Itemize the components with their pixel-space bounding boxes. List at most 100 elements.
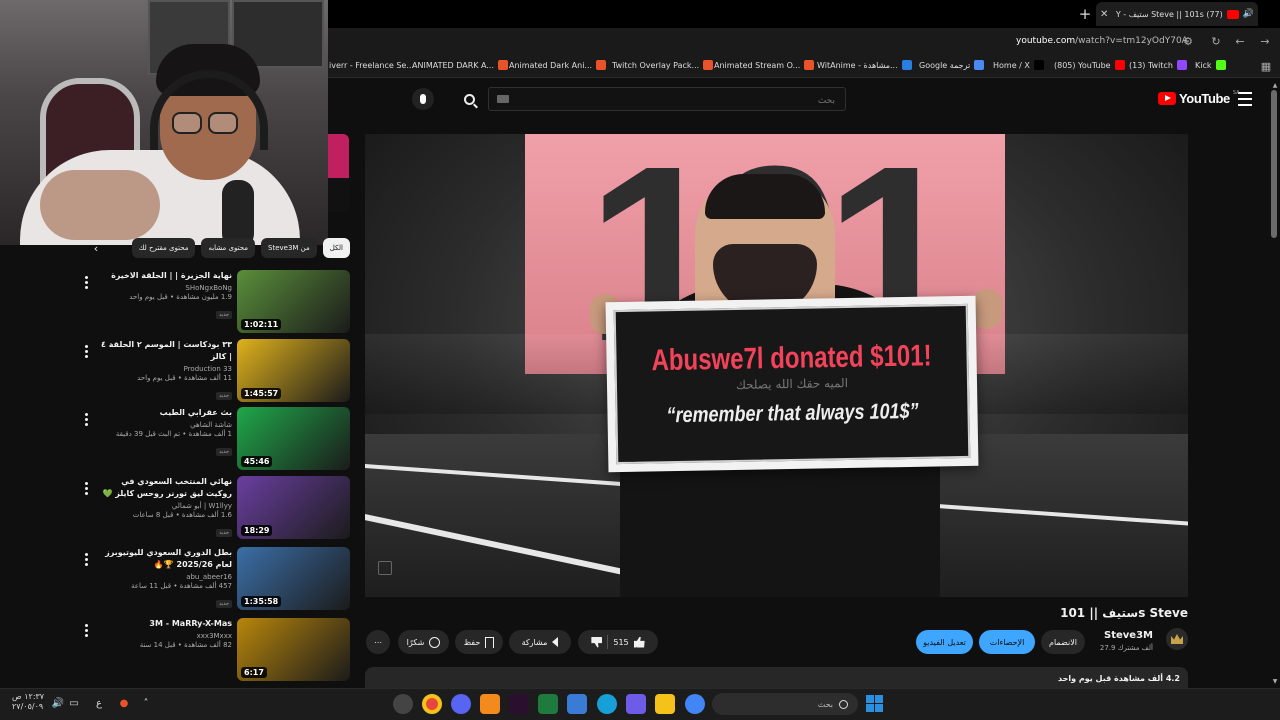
audio-playing-icon[interactable]: 🔊 <box>1243 9 1254 19</box>
recommendation-channel[interactable]: xxx3Mxxx <box>98 632 232 640</box>
youtube-favicon-icon <box>1226 9 1239 19</box>
recommendation-item[interactable]: 1:02:11 نهاية الجزيرة | | الحلقة الاخيرة S… <box>78 270 350 334</box>
recommendation-item[interactable]: 1:35:58 بطل الدوري السعودي لليوتيوبرز لعا… <box>78 547 350 611</box>
chevron-up-icon[interactable]: ˄ <box>139 697 153 711</box>
bookmark-item[interactable]: Twitch Overlay Pack... <box>612 60 714 70</box>
system-clock[interactable]: ١٢:٣٧ ص ٢٧/٠٥/٠٩ <box>12 692 44 712</box>
bookmark-item[interactable]: Google ترجمة <box>919 60 985 70</box>
recommendation-item[interactable]: 18:29 نهائي المنتخب السعودي في روكيت ليق … <box>78 476 350 540</box>
microphone-tray-icon[interactable]: ● <box>117 697 131 711</box>
store-icon[interactable] <box>567 694 587 714</box>
premiere-icon[interactable] <box>509 694 529 714</box>
discord-icon[interactable] <box>451 694 471 714</box>
like-count[interactable]: 515 <box>613 638 628 647</box>
illustrator-icon[interactable] <box>480 694 500 714</box>
copilot-icon[interactable] <box>626 694 646 714</box>
channel-watermark-icon[interactable] <box>377 560 392 575</box>
share-button[interactable]: مشاركة <box>509 630 571 654</box>
join-button[interactable]: الانضمام <box>1041 630 1085 654</box>
sign-donation-text: Abuswe7l donated $101! <box>651 338 932 378</box>
edge-icon[interactable] <box>597 694 617 714</box>
search-box[interactable] <box>488 87 846 112</box>
recommendation-item[interactable]: 6:17 3M - MaRRy-X-Mas xxx3Mxxx 82 ألف مشاهد… <box>78 618 350 682</box>
bookmark-label: Google ترجمة <box>919 60 971 70</box>
chip-recommended[interactable]: محتوى مقترح لك <box>131 238 196 258</box>
chip-similar[interactable]: محتوى مشابه <box>201 238 255 258</box>
channel-name[interactable]: Steve3M <box>1098 630 1153 641</box>
more-options-icon[interactable] <box>78 274 94 290</box>
scroll-up-icon[interactable]: ▲ <box>1270 82 1280 90</box>
recommendation-title[interactable]: نهاية الجزيرة | | الحلقة الاخيرة <box>98 270 232 282</box>
chrome-alt-icon[interactable] <box>685 694 705 714</box>
chrome-icon[interactable] <box>422 694 442 714</box>
recommendation-title[interactable]: بث عقرابي الطيب <box>98 407 232 419</box>
chip-from-channel[interactable]: من Steve3M <box>261 238 317 258</box>
bookmark-favicon-icon <box>1114 60 1125 70</box>
save-button[interactable]: حفظ <box>455 630 503 654</box>
display-icon[interactable]: ▭ <box>67 697 81 711</box>
scrollbar-thumb[interactable] <box>1271 90 1277 238</box>
volume-icon[interactable]: 🔊 <box>51 697 65 711</box>
close-tab-icon[interactable]: ✕ <box>1100 9 1108 20</box>
file-explorer-icon[interactable] <box>655 694 675 714</box>
bookmark-item[interactable]: ANIMATED DARK A... <box>412 60 509 70</box>
language-indicator[interactable]: ع <box>92 697 106 711</box>
bookmark-item[interactable]: (13) Twitch <box>1129 60 1187 70</box>
video-player[interactable]: 101 Abuswe7l donated $101! الميه حقك الل… <box>365 134 1188 597</box>
chevron-left-icon[interactable]: ‹ <box>90 243 102 255</box>
bookmark-item[interactable]: Kick <box>1195 60 1226 70</box>
spreadsheet-icon[interactable] <box>538 694 558 714</box>
bookmark-item[interactable]: Animated Dark Ani... <box>509 60 607 70</box>
edit-video-button[interactable]: تعديل الفيديو <box>916 630 973 654</box>
more-actions-button[interactable]: ⋯ <box>366 630 390 654</box>
more-options-icon[interactable] <box>78 411 94 427</box>
more-options-icon[interactable] <box>78 622 94 638</box>
recommendation-channel[interactable]: W1llyy | أبو شمالي <box>98 502 232 510</box>
bookmark-item[interactable]: (805) YouTube <box>1054 60 1125 70</box>
more-options-icon[interactable] <box>78 551 94 567</box>
forward-icon[interactable]: → <box>1257 34 1273 50</box>
analytics-button[interactable]: الإحصاءات <box>979 630 1035 654</box>
obs-icon[interactable] <box>393 694 413 714</box>
recommendation-item[interactable]: 1:45:57 ٣٣ بودكاست | الموسم ٢ الحلقة ٤ | … <box>78 339 350 403</box>
windows-start-icon[interactable] <box>866 695 883 712</box>
thanks-button[interactable]: شكرًا <box>398 630 449 654</box>
bookmark-item[interactable]: Animated Stream O... <box>714 60 815 70</box>
dislike-icon[interactable] <box>591 636 603 648</box>
bookmark-item[interactable]: WitAnime - مشاهدة... <box>817 60 912 70</box>
chip-all[interactable]: الكل <box>322 238 350 258</box>
duration-badge: 1:02:11 <box>241 319 282 330</box>
search-button[interactable] <box>456 87 482 111</box>
voice-search-button[interactable] <box>412 88 434 110</box>
recommendation-channel[interactable]: شاشة الشاهي <box>98 421 232 429</box>
search-input[interactable] <box>489 90 845 112</box>
bookmark-item[interactable]: Home / X <box>993 60 1044 70</box>
taskbar-search[interactable]: بحث <box>712 693 858 715</box>
recommendation-channel[interactable]: SHoNgxBoNg <box>98 284 232 292</box>
recommendation-title[interactable]: بطل الدوري السعودي لليوتيوبرز لعام 2025/… <box>98 547 232 571</box>
all-bookmarks-icon[interactable]: ▦ <box>1258 59 1274 75</box>
more-options-icon[interactable] <box>78 343 94 359</box>
new-tab-icon[interactable]: + <box>1076 5 1094 23</box>
new-badge: جديد <box>216 600 232 608</box>
back-icon[interactable]: ← <box>1232 34 1248 50</box>
more-options-icon[interactable] <box>78 480 94 496</box>
scroll-down-icon[interactable]: ▼ <box>1270 678 1280 686</box>
recommendation-item[interactable]: 45:46 بث عقرابي الطيب شاشة الشاهي 1 ألف مشا… <box>78 407 350 471</box>
keyboard-icon[interactable] <box>497 95 509 103</box>
channel-avatar[interactable] <box>1166 628 1188 650</box>
duration-badge: 1:45:57 <box>241 388 282 399</box>
screen: + 🔊 (77) Steve || 101s ستيف - Y ✕ → ← ↻ … <box>0 0 1280 720</box>
recommendation-channel[interactable]: 33 Production <box>98 365 232 373</box>
url-field[interactable]: youtube.com/watch?v=tm12yOdY70A <box>1016 36 1188 46</box>
reload-icon[interactable]: ↻ <box>1208 34 1224 50</box>
recommendation-title[interactable]: 3M - MaRRy-X-Mas <box>98 618 232 630</box>
recommendation-title[interactable]: ٣٣ بودكاست | الموسم ٢ الحلقة ٤ | كالز <box>98 339 232 363</box>
like-icon[interactable] <box>633 636 645 648</box>
recommendation-title[interactable]: نهائي المنتخب السعودي في روكيت ليق تورنر… <box>98 476 233 500</box>
browser-tab-active[interactable]: 🔊 (77) Steve || 101s ستيف - Y ✕ <box>1096 2 1258 26</box>
recommendation-channel[interactable]: abu_abeer16 <box>98 573 232 581</box>
recommendation-views: 82 ألف مشاهدة • قبل 14 سنة <box>139 641 232 649</box>
hamburger-menu-icon[interactable] <box>1238 92 1252 106</box>
youtube-logo[interactable]: YouTube SA <box>1158 90 1240 106</box>
